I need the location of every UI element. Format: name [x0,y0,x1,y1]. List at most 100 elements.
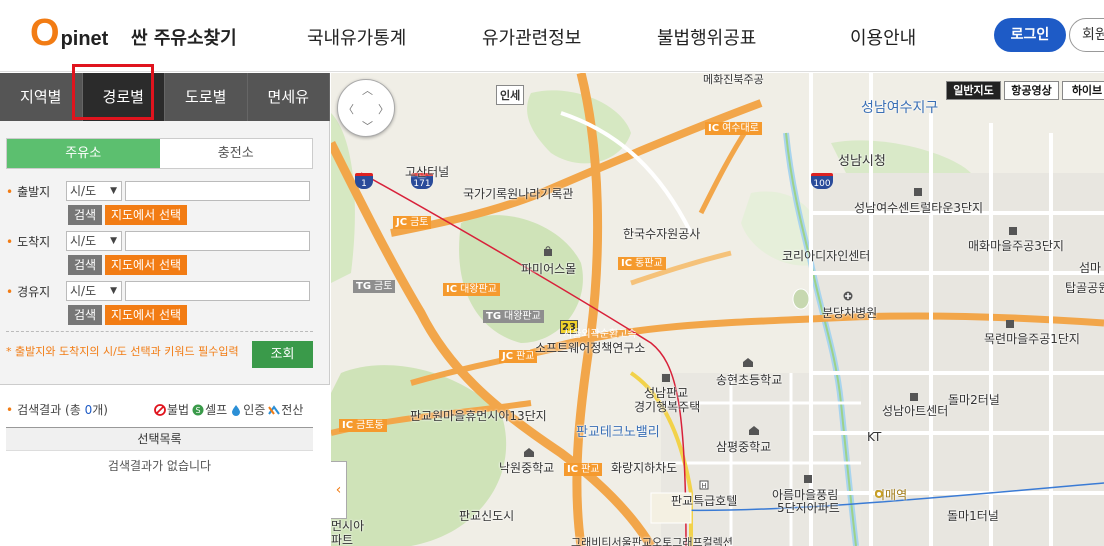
map-label: 성남여수지구 [861,100,939,116]
tab-charging-station[interactable]: 충전소 [159,139,312,168]
result-area: • 검색결과 (총 0개) 불법 S 셀프 인증 전산 선택목록 검색결과가 없습… [0,384,330,546]
waypoint-label: • 경유지 [6,284,51,299]
map-label: 서울외곽순환고속 [563,329,637,340]
map-mode-normal[interactable]: 일반지도 [946,81,1001,100]
pan-left-icon[interactable]: 〈 [343,101,354,117]
destination-map-select-button[interactable]: 지도에서 선택 [105,255,187,275]
destination-search-button[interactable]: 검색 [68,255,102,275]
tab-gas-station[interactable]: 주유소 [7,139,160,168]
map-label: 탑골공원 [1065,281,1104,295]
prohibited-icon [154,403,166,416]
map-label: 매화마을주공3단지 [968,239,1064,253]
ic-dongpangyo: IC 동판교 [618,257,666,270]
map-label: 돌마1터널 [947,509,999,523]
tab-by-route[interactable]: 경로별 [82,73,165,121]
legend-illegal: 불법 [167,403,190,417]
nav-illegal-disclosure[interactable]: 불법행위공표 [657,24,756,50]
search-mode-tabs: 지역별 경로별 도로별 면세유 [0,73,330,121]
station-type-tabs: 주유소 충전소 [6,138,313,169]
map-label-box: 인세 [496,85,525,105]
login-button[interactable]: 로그인 [994,18,1066,52]
map-pan-control[interactable]: ︿ ﹀ 〈 〉 [337,79,395,137]
query-button[interactable]: 조회 [252,341,313,368]
map-label: 분당차병원 [822,306,878,320]
departure-map-select-button[interactable]: 지도에서 선택 [105,205,187,225]
map-label: 메화진북주공 [703,73,764,86]
svg-text:H: H [701,482,706,490]
nav-user-guide[interactable]: 이용안내 [850,24,916,50]
map-label: 국가기록원나라기록관 [463,187,574,201]
destination-province-select[interactable]: 시/도 ▼ [66,231,122,251]
search-panel: 지역별 경로별 도로별 면세유 주유소 충전소 • 출발지 시/도 ▼ 검색 지도에… [0,64,330,546]
opinet-logo[interactable]: O pinet [30,14,108,52]
destination-keyword-input[interactable] [125,231,310,251]
ic-geumtodong: IC 금토동 [339,419,387,432]
legend-electronic: 전산 [281,403,304,417]
building-icon [662,374,670,382]
map-label: 낙원중학교 [499,461,555,475]
departure-keyword-input[interactable] [125,181,310,201]
tg-daewang-pangyo: TG 대왕판교 [483,310,544,323]
site-header: O pinet 싼 주유소찾기 국내유가통계 유가관련정보 불법행위공표 이용안… [0,0,1104,72]
waypoint-keyword-input[interactable] [125,281,310,301]
map-label: 판교특급호텔 [671,494,738,508]
map-label: 소프트웨어정책연구소 [535,341,646,355]
join-button[interactable]: 회원 [1069,18,1104,52]
nav-domestic-price-stats[interactable]: 국내유가통계 [307,24,406,50]
hotel-icon: H [699,480,709,490]
map-label: 성남시청 [838,154,886,169]
map-label: 파트 [331,533,354,546]
jc-pangyo: JC 판교 [499,350,538,363]
chevron-down-icon: ▼ [110,236,117,246]
map-label: 성남아트센터 [882,404,949,418]
waypoint-map-select-button[interactable]: 지도에서 선택 [105,305,187,325]
destination-buttons: 검색 지도에서 선택 [68,255,187,275]
waypoint-province-select[interactable]: 시/도 ▼ [66,281,122,301]
departure-search-button[interactable]: 검색 [68,205,102,225]
logo-o: O [30,12,60,54]
collapse-panel-button[interactable]: ‹ [331,461,347,519]
chevron-down-icon: ▼ [110,286,117,296]
map-mode-hybrid[interactable]: 하이브 [1062,81,1104,100]
pan-up-icon[interactable]: ︿ [362,82,373,98]
tab-by-road[interactable]: 도로별 [165,73,248,121]
building-icon [914,188,922,196]
building-icon [910,393,918,401]
map-view[interactable]: ︿ ﹀ 〈 〉 인세 일반지도 항공영상 하이브 1 171 100 23 IC… [331,73,1104,546]
map-mode-aerial[interactable]: 항공영상 [1004,81,1059,100]
waypoint-search-button[interactable]: 검색 [68,305,102,325]
departure-row: • 출발지 시/도 ▼ [6,181,310,201]
self-service-icon: S [192,404,204,415]
map-label: 5단지아파트 [777,501,840,515]
map-label: 송현초등학교 [716,373,783,387]
result-table-header: 선택목록 [6,427,313,451]
divider [6,331,313,332]
destination-label: • 도착지 [6,234,51,249]
tab-tax-free-oil[interactable]: 면세유 [247,73,330,121]
departure-province-select[interactable]: 시/도 ▼ [66,181,122,201]
map-label: 섬마 [1079,261,1102,275]
map-label: KT [867,430,882,444]
map-label: 한국수자원공사 [623,227,701,241]
map-label: 판교신도시 [459,509,515,523]
school-icon [743,358,753,367]
tab-by-region[interactable]: 지역별 [0,73,83,121]
hospital-icon [843,291,853,301]
destination-row: • 도착지 시/도 ▼ [6,231,310,251]
map-label: 판교테크노밸리 [576,425,660,440]
brand-subtitle[interactable]: 싼 주유소찾기 [131,24,237,50]
pan-right-icon[interactable]: 〉 [378,101,389,117]
result-title: • 검색결과 (총 0개) [6,403,108,417]
tg-geumto: TG 금토 [353,280,396,293]
result-empty-message: 검색결과가 없습니다 [107,459,212,473]
building-icon [1006,320,1014,328]
legend-self: 셀프 [205,403,228,417]
school-icon [749,426,759,435]
ic-daewang-pangyo: IC 대왕판교 [443,283,500,296]
chevron-down-icon: ▼ [110,186,117,196]
route-1-shield: 1 [355,173,373,189]
network-icon [268,404,281,415]
pan-down-icon[interactable]: ﹀ [362,118,373,134]
map-label: 그래비티서울판교오토그래프컬렉션 [571,536,733,546]
nav-price-info[interactable]: 유가관련정보 [482,24,581,50]
